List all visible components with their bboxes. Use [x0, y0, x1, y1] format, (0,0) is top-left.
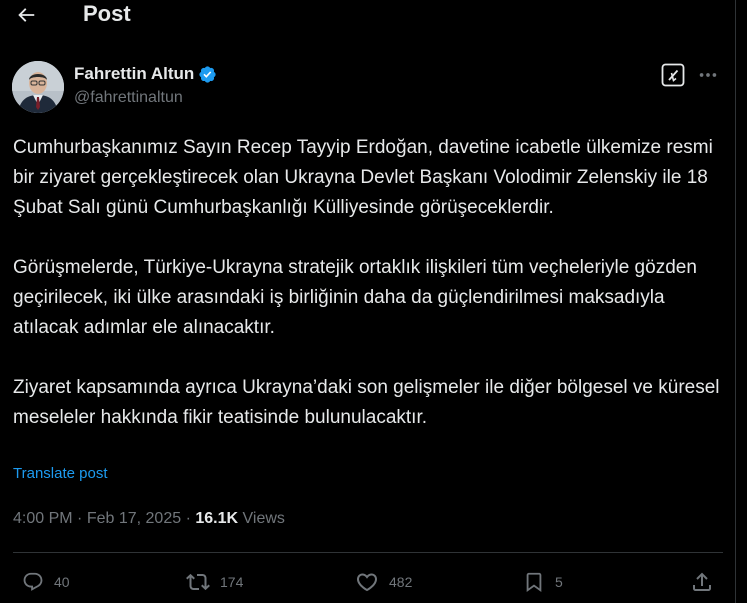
verified-badge-icon — [198, 65, 217, 84]
more-button[interactable] — [696, 63, 720, 87]
like-button[interactable]: 482 — [355, 569, 412, 595]
views-count: 16.1K — [195, 510, 239, 527]
share-button[interactable] — [690, 569, 714, 595]
post-paragraph: Cumhurbaşkanımız Sayın Recep Tayyip Erdo… — [13, 137, 713, 218]
author-handle[interactable]: @fahrettinaltun — [74, 89, 183, 107]
page-title: Post — [83, 1, 131, 26]
grok-icon — [661, 63, 685, 87]
repost-count: 174 — [220, 574, 244, 590]
post-paragraph: Görüşmelerde, Türkiye-Ukrayna stratejik … — [13, 257, 697, 338]
meta-separator: · — [185, 510, 191, 527]
arrow-left-icon — [18, 8, 35, 22]
author-name[interactable]: Fahrettin Altun — [74, 64, 217, 84]
repost-icon — [186, 573, 210, 591]
post-date[interactable]: Feb 17, 2025 — [87, 510, 181, 527]
translate-post-link[interactable]: Translate post — [13, 465, 108, 482]
back-button[interactable] — [11, 0, 41, 30]
post-paragraph: Ziyaret kapsamında ayrıca Ukrayna’daki s… — [13, 377, 720, 428]
author-name-text: Fahrettin Altun — [74, 64, 195, 83]
avatar[interactable] — [12, 61, 64, 113]
views-label: Views — [242, 510, 285, 527]
avatar-image — [12, 61, 64, 113]
top-bar: Post — [0, 0, 735, 32]
post-text: Cumhurbaşkanımız Sayın Recep Tayyip Erdo… — [13, 133, 725, 433]
post-time[interactable]: 4:00 PM — [13, 510, 73, 527]
more-horizontal-icon — [699, 73, 717, 77]
post-meta: 4:00 PM · Feb 17, 2025 · 16.1K Views — [13, 510, 285, 528]
like-count: 482 — [389, 574, 413, 590]
bookmark-icon — [526, 572, 542, 593]
divider — [13, 552, 723, 553]
repost-button[interactable]: 174 — [186, 569, 243, 595]
bookmark-button[interactable]: 5 — [523, 569, 563, 595]
heart-icon — [356, 573, 378, 592]
reply-icon — [23, 572, 43, 591]
reply-count: 40 — [54, 574, 70, 590]
share-icon — [693, 572, 711, 591]
meta-separator: · — [77, 510, 83, 527]
reply-button[interactable]: 40 — [22, 569, 70, 595]
grok-button[interactable] — [661, 63, 685, 87]
bookmark-count: 5 — [555, 574, 563, 590]
column-border — [735, 0, 736, 603]
